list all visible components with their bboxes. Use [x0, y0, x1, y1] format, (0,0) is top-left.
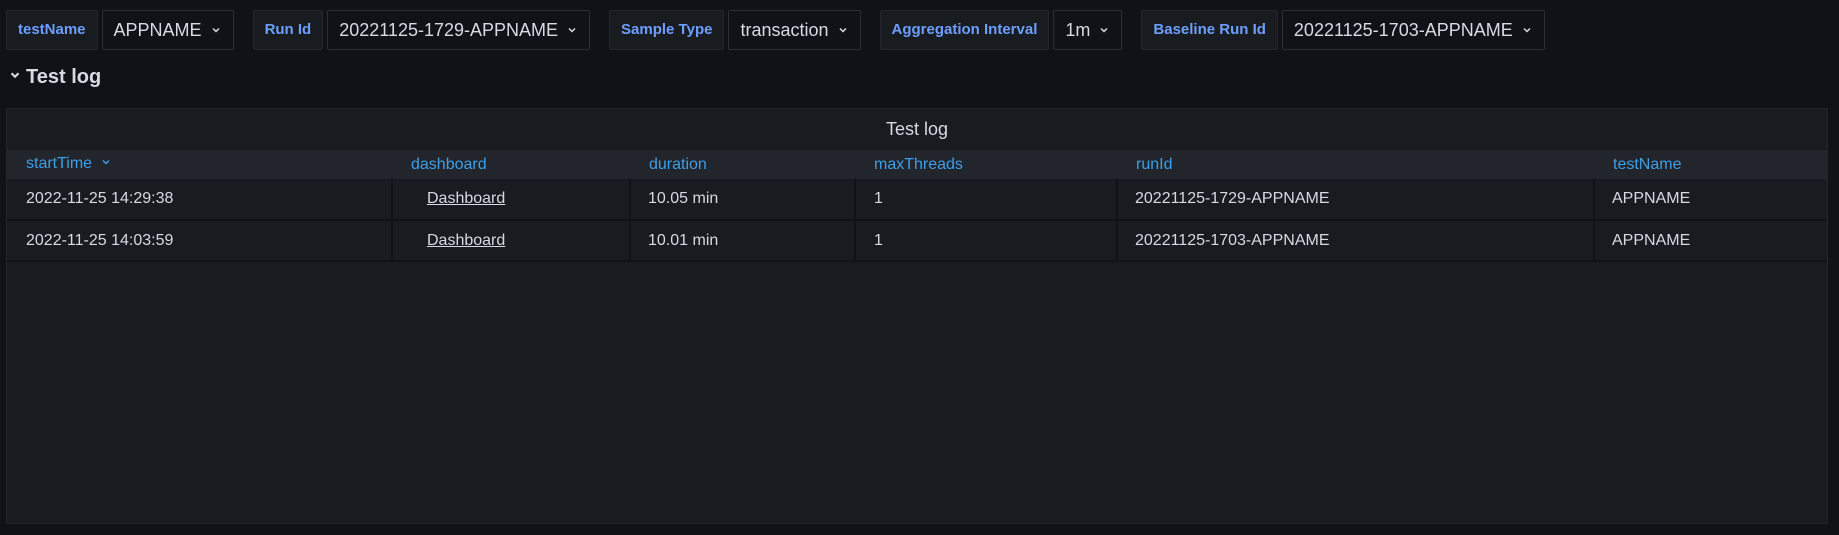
column-header-testname[interactable]: testName [1594, 150, 1827, 179]
test-log-panel: Test log startTime dashboard duration ma… [6, 108, 1828, 524]
dashboard-link[interactable]: Dashboard [427, 190, 505, 207]
cell-duration: 10.01 min [629, 220, 855, 261]
table-row: 2022-11-25 14:29:38 Dashboard 10.05 min … [7, 179, 1827, 220]
var-runid: Run Id 20221125-1729-APPNAME [252, 10, 591, 50]
cell-dashboard: Dashboard [391, 179, 630, 220]
column-header-runid[interactable]: runId [1117, 150, 1594, 179]
var-testname: testName APPNAME [6, 10, 234, 50]
cell-starttime: 2022-11-25 14:03:59 [26, 231, 174, 249]
chevron-down-icon [837, 24, 849, 36]
cell-testname: APPNAME [1593, 179, 1827, 220]
variable-bar: testName APPNAME Run Id 20221125-1729-AP… [6, 10, 1564, 50]
table-header-row: startTime dashboard duration maxThreads … [7, 150, 1827, 179]
row-title: Test log [26, 66, 102, 88]
testname-select[interactable]: APPNAME [101, 10, 234, 50]
select-value: 1m [1065, 20, 1091, 40]
column-header-duration[interactable]: duration [630, 150, 855, 179]
chevron-down-icon [210, 24, 222, 36]
cell-starttime: 2022-11-25 14:29:38 [26, 190, 174, 207]
aggregation-select[interactable]: 1m [1053, 10, 1123, 50]
runid-select[interactable]: 20221125-1729-APPNAME [327, 10, 591, 50]
table-row: 2022-11-25 14:03:59 Dashboard 10.01 min … [7, 220, 1827, 261]
column-header-starttime[interactable]: startTime [7, 150, 392, 179]
var-label: Run Id [252, 10, 324, 50]
select-value: 20221125-1729-APPNAME [339, 20, 559, 40]
cell-maxthreads: 1 [854, 179, 1117, 220]
cell-testname: APPNAME [1593, 220, 1827, 261]
sort-desc-icon [100, 155, 112, 173]
dashboard-link[interactable]: Dashboard [427, 232, 505, 249]
chevron-down-icon [8, 68, 22, 87]
cell-runid: 20221125-1703-APPNAME [1116, 220, 1594, 261]
select-value: APPNAME [113, 20, 202, 40]
cell-dashboard: Dashboard [391, 220, 630, 261]
baseline-select[interactable]: 20221125-1703-APPNAME [1281, 10, 1545, 50]
var-sampletype: Sample Type transaction [609, 10, 861, 50]
var-label: Baseline Run Id [1141, 10, 1278, 50]
select-value: 20221125-1703-APPNAME [1293, 20, 1513, 40]
var-label: Aggregation Interval [879, 10, 1050, 50]
cell-runid: 20221125-1729-APPNAME [1116, 179, 1594, 220]
cell-maxthreads: 1 [854, 220, 1117, 261]
panel-title[interactable]: Test log [7, 109, 1827, 150]
select-value: transaction [740, 20, 829, 40]
chevron-down-icon [566, 24, 578, 36]
chevron-down-icon [1521, 24, 1533, 36]
var-label: testName [6, 10, 98, 50]
sampletype-select[interactable]: transaction [728, 10, 861, 50]
column-header-dashboard[interactable]: dashboard [392, 150, 630, 179]
var-baseline: Baseline Run Id 20221125-1703-APPNAME [1141, 10, 1545, 50]
column-header-maxthreads[interactable]: maxThreads [855, 150, 1117, 179]
row-collapse-toggle[interactable]: Test log [8, 66, 101, 89]
chevron-down-icon [1098, 24, 1110, 36]
test-log-table: startTime dashboard duration maxThreads … [7, 150, 1827, 262]
var-aggregation: Aggregation Interval 1m [879, 10, 1123, 50]
var-label: Sample Type [609, 10, 725, 50]
cell-duration: 10.05 min [629, 179, 855, 220]
